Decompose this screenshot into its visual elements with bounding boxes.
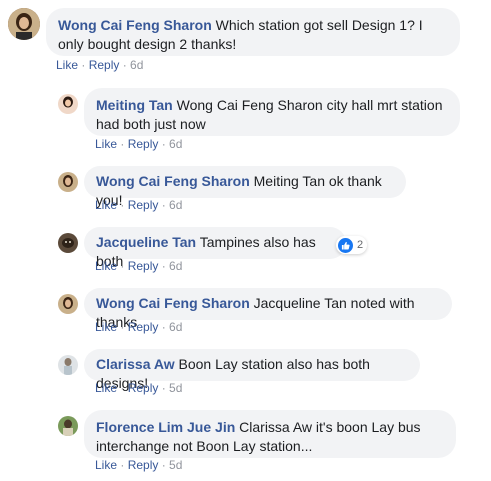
comment-bubble: Meiting Tan Wong Cai Feng Sharon city ha… <box>84 88 460 136</box>
separator: · <box>78 58 89 72</box>
avatar[interactable] <box>58 172 78 192</box>
like-link[interactable]: Like <box>56 58 78 72</box>
comment-author[interactable]: Wong Cai Feng Sharon <box>96 295 250 311</box>
timestamp[interactable]: 5d <box>169 458 182 472</box>
comment-actions: Like · Reply · 6d <box>56 58 143 72</box>
comment-author[interactable]: Florence Lim Jue Jin <box>96 419 235 435</box>
separator: · <box>158 198 170 212</box>
comment-actions: Like · Reply · 6d <box>95 137 182 151</box>
comment-author[interactable]: Clarissa Aw <box>96 356 175 372</box>
separator: · <box>158 381 170 395</box>
separator: · <box>158 137 170 151</box>
like-link[interactable]: Like <box>95 198 117 212</box>
separator: · <box>117 198 128 212</box>
comment-bubble: Florence Lim Jue Jin Clarissa Aw it's bo… <box>84 410 456 458</box>
separator: · <box>117 259 128 273</box>
separator: · <box>117 137 128 151</box>
avatar[interactable] <box>58 355 78 375</box>
comment-actions: Like · Reply · 5d <box>95 458 182 472</box>
comment-bubble: Wong Cai Feng Sharon Jacqueline Tan note… <box>84 288 452 330</box>
comment-actions: Like · Reply · 6d <box>95 259 182 273</box>
like-link[interactable]: Like <box>95 259 117 273</box>
reply-link[interactable]: Reply <box>128 259 159 273</box>
comment-author[interactable]: Wong Cai Feng Sharon <box>58 17 212 33</box>
separator: · <box>158 458 170 472</box>
avatar[interactable] <box>8 8 40 40</box>
like-link[interactable]: Like <box>95 458 117 472</box>
reply-link[interactable]: Reply <box>89 58 120 72</box>
separator: · <box>117 320 128 334</box>
like-link[interactable]: Like <box>95 320 117 334</box>
separator: · <box>119 58 131 72</box>
comment-author[interactable]: Wong Cai Feng Sharon <box>96 173 250 189</box>
reply-link[interactable]: Reply <box>128 198 159 212</box>
separator: · <box>158 259 170 273</box>
comment-actions: Like · Reply · 6d <box>95 320 182 334</box>
comment-actions: Like · Reply · 6d <box>95 198 182 212</box>
reaction-count[interactable]: 2 <box>336 236 368 254</box>
avatar[interactable] <box>58 94 78 114</box>
separator: · <box>158 320 170 334</box>
like-link[interactable]: Like <box>95 137 117 151</box>
avatar[interactable] <box>58 233 78 253</box>
comment-author[interactable]: Meiting Tan <box>96 97 173 113</box>
comment-actions: Like · Reply · 5d <box>95 381 182 395</box>
comment-bubble: Wong Cai Feng Sharon Meiting Tan ok than… <box>84 166 406 208</box>
like-link[interactable]: Like <box>95 381 117 395</box>
timestamp[interactable]: 6d <box>130 58 143 72</box>
separator: · <box>117 458 128 472</box>
reply-link[interactable]: Reply <box>128 381 159 395</box>
timestamp[interactable]: 6d <box>169 259 182 273</box>
timestamp[interactable]: 6d <box>169 137 182 151</box>
timestamp[interactable]: 5d <box>169 381 182 395</box>
thumbs-up-icon <box>338 237 353 253</box>
timestamp[interactable]: 6d <box>169 320 182 334</box>
comment-bubble: Jacqueline Tan Tampines also has both <box>84 227 346 269</box>
avatar[interactable] <box>58 294 78 314</box>
comment-bubble: Clarissa Aw Boon Lay station also has bo… <box>84 349 420 391</box>
reply-link[interactable]: Reply <box>128 137 159 151</box>
reply-link[interactable]: Reply <box>128 320 159 334</box>
separator: · <box>117 381 128 395</box>
comment-bubble: Wong Cai Feng Sharon Which station got s… <box>46 8 460 56</box>
reply-link[interactable]: Reply <box>128 458 159 472</box>
avatar[interactable] <box>58 416 78 436</box>
comment-author[interactable]: Jacqueline Tan <box>96 234 196 250</box>
reaction-number: 2 <box>357 239 364 251</box>
timestamp[interactable]: 6d <box>169 198 182 212</box>
